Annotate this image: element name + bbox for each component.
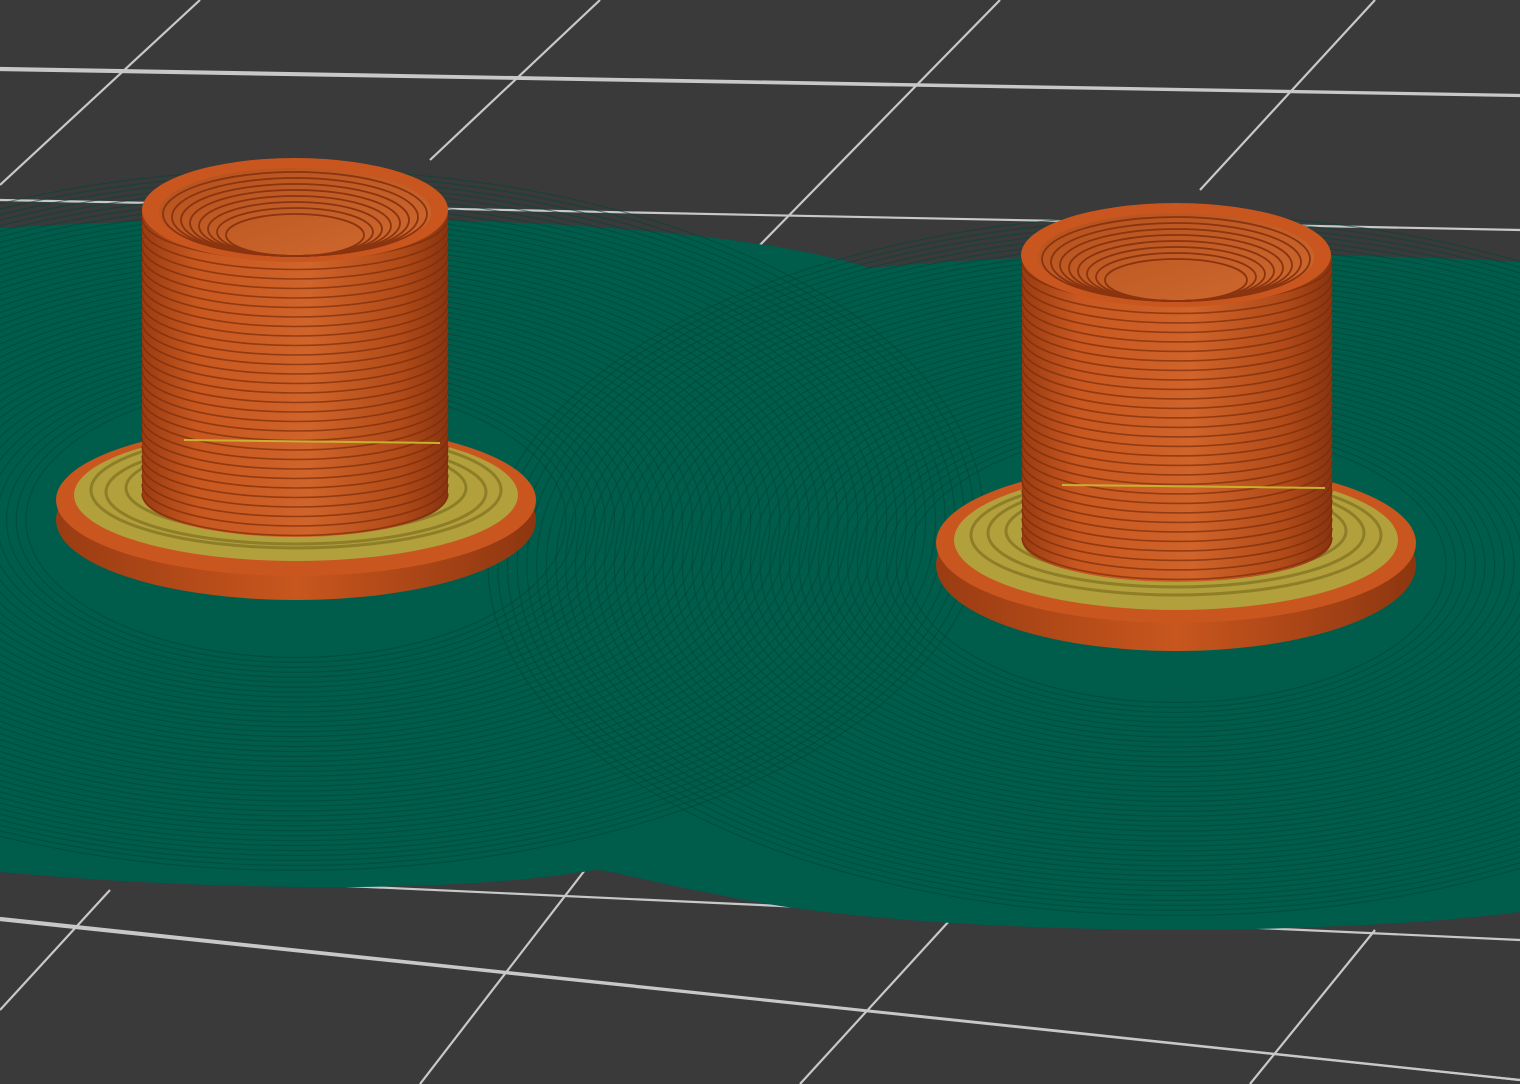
- 3d-preview-viewport[interactable]: [0, 0, 1520, 1084]
